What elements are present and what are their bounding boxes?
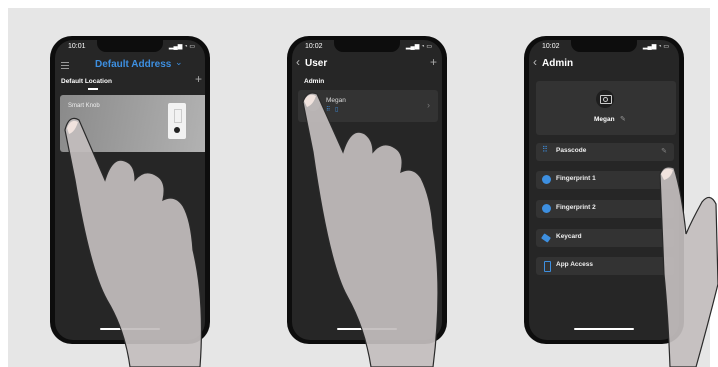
back-icon[interactable]: ‹ xyxy=(533,55,537,69)
fingerprint-icon xyxy=(542,204,551,213)
profile-card: Megan ✎ xyxy=(536,81,676,135)
app-access-row[interactable]: App Access › xyxy=(536,257,674,275)
status-time: 10:01 xyxy=(68,43,86,50)
keypad-icon: ⠿ xyxy=(542,145,548,154)
row-label: Fingerprint 1 xyxy=(556,175,596,182)
user-name: Megan xyxy=(326,97,346,104)
keycard-icon xyxy=(541,233,551,243)
device-name: Smart Knob xyxy=(68,103,100,109)
fingerprint-1-row[interactable]: Fingerprint 1 xyxy=(536,171,674,189)
tab-underline xyxy=(88,88,98,90)
home-indicator xyxy=(100,328,160,330)
chevron-right-icon: › xyxy=(427,100,430,110)
row-label: Fingerprint 2 xyxy=(556,204,596,211)
user-name: Megan xyxy=(594,116,615,123)
keypad-icon: ⠿ xyxy=(326,107,331,113)
screen: 10:02 ▂▄▆ ◔ ▭ ‹ User + Admin Megan ⠿ ▯ › xyxy=(292,40,442,340)
device-card[interactable]: Smart Knob xyxy=(60,95,205,152)
status-time: 10:02 xyxy=(542,43,560,50)
notch xyxy=(97,40,163,52)
home-indicator xyxy=(574,328,634,330)
phone-user: 10:02 ▂▄▆ ◔ ▭ ‹ User + Admin Megan ⠿ ▯ › xyxy=(287,36,447,344)
phone-default-address: 10:01 ▂▄▆ ◔ ▭ Default Address ⌄ Default … xyxy=(50,36,210,344)
phone-icon xyxy=(544,261,551,272)
page-title: Admin xyxy=(542,58,574,69)
fingerprint-2-row[interactable]: Fingerprint 2 xyxy=(536,200,674,218)
keycard-row[interactable]: Keycard xyxy=(536,229,674,247)
chevron-right-icon: › xyxy=(664,260,667,269)
lock-image xyxy=(168,103,186,139)
notch xyxy=(334,40,400,52)
status-icons: ▂▄▆ ◔ ▭ xyxy=(168,44,195,50)
edit-icon[interactable]: ✎ xyxy=(661,147,667,155)
status-time: 10:02 xyxy=(305,43,323,50)
screen: 10:01 ▂▄▆ ◔ ▭ Default Address ⌄ Default … xyxy=(55,40,205,340)
chevron-down-icon[interactable]: ⌄ xyxy=(175,57,183,68)
camera-icon[interactable] xyxy=(596,90,614,108)
plus-icon[interactable]: + xyxy=(430,55,437,69)
row-label: Keycard xyxy=(556,233,582,240)
location-label[interactable]: Default Location xyxy=(61,78,112,85)
screen: 10:02 ▂▄▆ ◔ ▭ ‹ Admin Megan ✎ ⠿ Passcode… xyxy=(529,40,679,340)
passcode-row[interactable]: ⠿ Passcode ✎ xyxy=(536,143,674,161)
avatar xyxy=(306,97,320,111)
notch xyxy=(571,40,637,52)
page-title: User xyxy=(305,58,328,69)
row-label: Passcode xyxy=(556,147,587,154)
edit-icon[interactable]: ✎ xyxy=(620,115,626,123)
row-label: App Access xyxy=(556,261,593,268)
address-title[interactable]: Default Address xyxy=(95,59,171,70)
plus-icon[interactable]: + xyxy=(195,72,202,86)
phone-icon: ▯ xyxy=(335,107,339,113)
user-row[interactable]: Megan ⠿ ▯ › xyxy=(298,90,438,122)
section-label: Admin xyxy=(304,78,325,85)
phone-admin: 10:02 ▂▄▆ ◔ ▭ ‹ Admin Megan ✎ ⠿ Passcode… xyxy=(524,36,684,344)
menu-icon[interactable] xyxy=(61,62,69,69)
home-indicator xyxy=(337,328,397,330)
fingerprint-icon xyxy=(542,175,551,184)
status-icons: ▂▄▆ ◔ ▭ xyxy=(405,44,432,50)
back-icon[interactable]: ‹ xyxy=(296,55,300,69)
status-icons: ▂▄▆ ◔ ▭ xyxy=(642,44,669,50)
